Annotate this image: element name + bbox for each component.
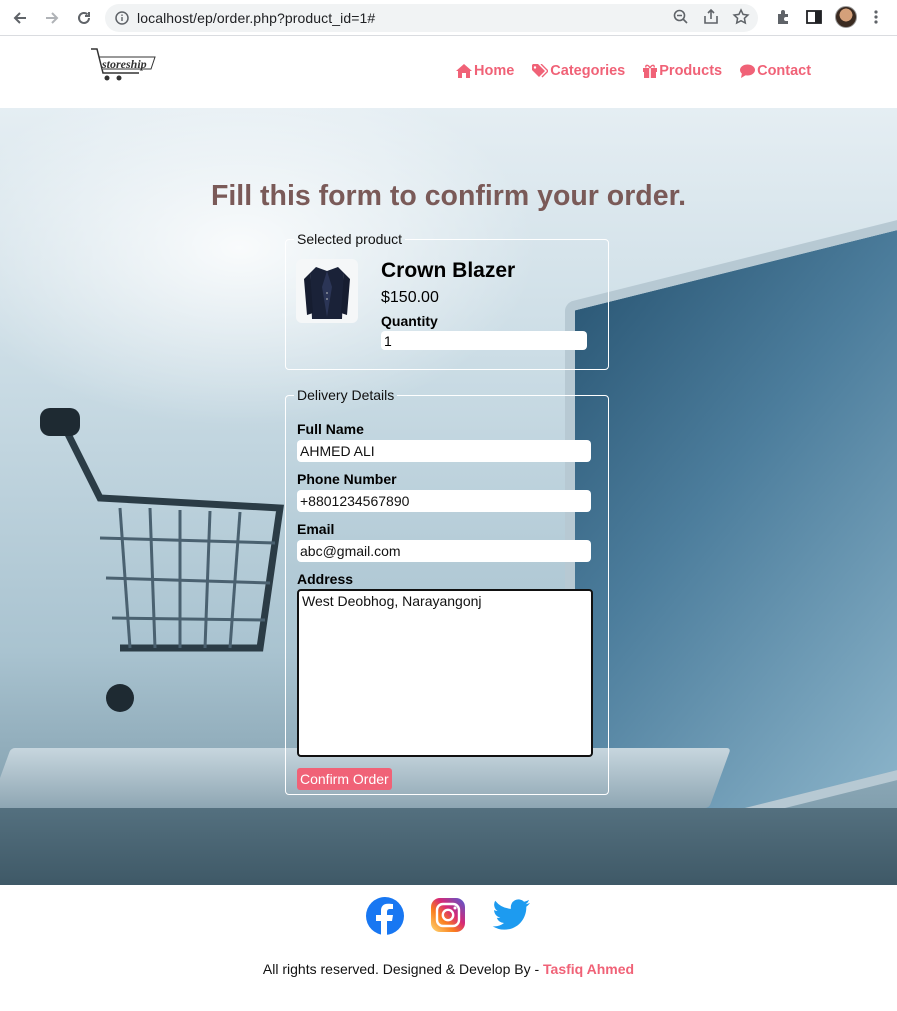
nav-categories[interactable]: Categories bbox=[532, 63, 625, 79]
nav-products[interactable]: Products bbox=[643, 63, 722, 79]
info-icon[interactable] bbox=[115, 11, 129, 25]
quantity-label: Quantity bbox=[381, 313, 438, 329]
star-icon[interactable] bbox=[732, 8, 750, 26]
background-table bbox=[0, 808, 897, 885]
site-footer: All rights reserved. Designed & Develop … bbox=[0, 885, 897, 1011]
site-header: storeship Home Categories Products Conta… bbox=[0, 36, 897, 108]
reload-icon[interactable] bbox=[72, 6, 96, 30]
storeship-logo[interactable]: storeship bbox=[89, 47, 161, 83]
footer-author-link[interactable]: Tasfiq Ahmed bbox=[543, 961, 634, 977]
gift-icon bbox=[643, 64, 658, 78]
address-label: Address bbox=[297, 571, 354, 587]
sidepanel-icon[interactable] bbox=[805, 8, 823, 26]
tags-icon bbox=[532, 64, 549, 78]
email-input[interactable] bbox=[297, 540, 591, 562]
zoom-icon[interactable] bbox=[672, 8, 690, 26]
avatar[interactable] bbox=[835, 6, 857, 28]
nav-home-label: Home bbox=[474, 63, 515, 79]
instagram-icon[interactable] bbox=[430, 897, 466, 933]
logo-text: storeship bbox=[102, 57, 147, 71]
forward-arrow-icon[interactable] bbox=[40, 6, 64, 30]
nav-categories-label: Categories bbox=[550, 63, 626, 79]
quantity-input[interactable] bbox=[381, 331, 587, 350]
confirm-order-button[interactable]: Confirm Order bbox=[297, 768, 392, 790]
main-nav: Home Categories Products Contact bbox=[456, 63, 811, 79]
phone-input[interactable] bbox=[297, 490, 591, 512]
nav-home[interactable]: Home bbox=[456, 63, 514, 79]
back-arrow-icon[interactable] bbox=[8, 6, 32, 30]
background-cart bbox=[40, 408, 285, 712]
nav-contact-label: Contact bbox=[757, 63, 812, 79]
nav-products-label: Products bbox=[659, 63, 723, 79]
twitter-icon[interactable] bbox=[492, 897, 532, 933]
address-bar[interactable]: localhost/ep/order.php?product_id=1# bbox=[105, 4, 758, 32]
footer-credits: All rights reserved. Designed & Develop … bbox=[0, 961, 897, 977]
product-image bbox=[296, 259, 358, 323]
delivery-details-fieldset: Delivery Details Full Name Phone Number … bbox=[285, 387, 609, 795]
selected-product-fieldset: Selected product Crown Blazer $150.00 Qu… bbox=[285, 231, 609, 370]
extensions-icon[interactable] bbox=[775, 8, 793, 26]
facebook-icon[interactable] bbox=[366, 897, 404, 935]
phone-label: Phone Number bbox=[297, 471, 397, 487]
share-icon[interactable] bbox=[702, 8, 720, 26]
browser-toolbar: localhost/ep/order.php?product_id=1# bbox=[0, 0, 897, 36]
comment-icon bbox=[740, 64, 756, 78]
url-text[interactable]: localhost/ep/order.php?product_id=1# bbox=[137, 10, 375, 26]
home-icon bbox=[456, 64, 472, 78]
full-name-label: Full Name bbox=[297, 421, 364, 437]
product-name: Crown Blazer bbox=[381, 259, 516, 282]
social-links bbox=[366, 897, 532, 935]
hero-section: Fill this form to confirm your order. Se… bbox=[0, 108, 897, 885]
product-price: $150.00 bbox=[381, 289, 439, 306]
more-icon[interactable] bbox=[869, 8, 883, 26]
address-textarea[interactable]: West Deobhog, Narayangonj bbox=[297, 589, 593, 757]
footer-credits-text: All rights reserved. Designed & Develop … bbox=[262, 961, 540, 977]
selected-product-legend: Selected product bbox=[297, 231, 403, 247]
full-name-input[interactable] bbox=[297, 440, 591, 462]
nav-contact[interactable]: Contact bbox=[740, 63, 811, 79]
email-label: Email bbox=[297, 521, 335, 537]
page-title: Fill this form to confirm your order. bbox=[210, 180, 687, 212]
delivery-details-legend: Delivery Details bbox=[297, 387, 395, 403]
